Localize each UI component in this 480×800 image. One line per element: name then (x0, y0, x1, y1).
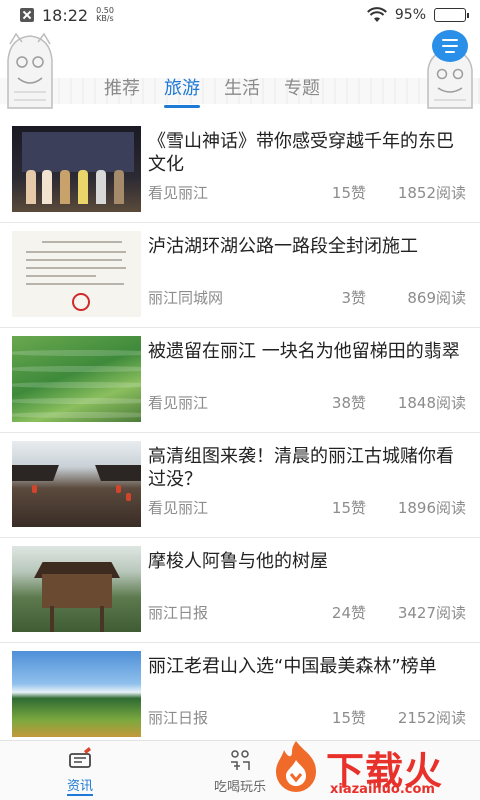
watermark-url: xiazaihuo.com (330, 782, 435, 797)
news-thumbnail (12, 546, 141, 632)
status-left: 18:22 0.50 KB/s (20, 6, 114, 25)
nav-item-news[interactable]: 资讯 (0, 741, 160, 800)
tab-recommend[interactable]: 推荐 (104, 74, 140, 106)
battery-icon (434, 8, 469, 22)
news-title: 被遗留在丽江 一块名为他留梯田的翡翠 (148, 341, 460, 362)
header: 推荐 旅游 生活 专题 (0, 30, 480, 118)
guardian-lion-left-icon (7, 32, 53, 109)
news-thumbnail (12, 441, 141, 527)
news-reads: 869阅读 (407, 289, 466, 307)
news-likes: 15赞 (331, 184, 366, 202)
news-thumbnail (12, 231, 141, 317)
news-item[interactable]: 高清组图来袭！清晨的丽江古城赌你看过没？ 看见丽江 15赞 1896阅读 (0, 433, 480, 538)
notification-icon (20, 8, 34, 22)
news-reads: 3427阅读 (397, 604, 466, 622)
news-likes: 15赞 (331, 499, 366, 517)
news-item[interactable]: 泸沽湖环湖公路一路段全封闭施工 丽江同城网 3赞 869阅读 (0, 223, 480, 328)
news-title: 高清组图来袭！清晨的丽江古城赌你看过没？ (148, 446, 454, 490)
news-reads: 1852阅读 (397, 184, 466, 202)
category-tabs: 推荐 旅游 生活 专题 (104, 74, 320, 108)
tab-life[interactable]: 生活 (224, 74, 260, 106)
news-likes: 38赞 (331, 394, 366, 412)
message-button[interactable] (432, 30, 468, 62)
news-source: 看见丽江 (148, 394, 209, 412)
news-source: 丽江日报 (148, 709, 209, 727)
news-icon (69, 747, 91, 768)
network-speed: 0.50 KB/s (96, 7, 114, 23)
battery-percent: 95% (394, 7, 426, 23)
speed-unit: KB/s (96, 14, 114, 23)
news-item[interactable]: 被遗留在丽江 一块名为他留梯田的翡翠 看见丽江 38赞 1848阅读 (0, 328, 480, 433)
news-title: 丽江老君山入选“中国最美森林”榜单 (148, 656, 437, 677)
news-likes: 15赞 (331, 709, 366, 727)
news-list: 《雪山神话》带你感受穿越千年的东巴文化 看见丽江 15赞 1852阅读 泸沽湖环… (0, 118, 480, 740)
news-source: 看见丽江 (148, 499, 209, 517)
news-source: 看见丽江 (148, 184, 209, 202)
news-thumbnail (12, 126, 141, 212)
news-item[interactable]: 摩梭人阿鲁与他的树屋 丽江日报 24赞 3427阅读 (0, 538, 480, 643)
wifi-icon (366, 7, 387, 22)
flame-logo-icon (276, 741, 316, 792)
food-fun-icon (231, 750, 250, 770)
news-meta: 看见丽江 15赞 1896阅读 (148, 497, 466, 518)
tab-travel[interactable]: 旅游 (164, 74, 200, 108)
news-reads: 2152阅读 (397, 709, 466, 727)
news-thumbnail (12, 651, 141, 737)
watermark: 下载火 xiazaihuo.com (268, 738, 474, 800)
news-title: 泸沽湖环湖公路一路段全封闭施工 (148, 236, 418, 257)
status-time: 18:22 (42, 5, 89, 25)
tab-topics[interactable]: 专题 (284, 74, 320, 106)
news-meta: 看见丽江 38赞 1848阅读 (148, 392, 466, 413)
chat-bubble-icon (442, 37, 458, 55)
news-meta: 丽江日报 15赞 2152阅读 (148, 707, 466, 728)
news-reads: 1848阅读 (397, 394, 466, 412)
news-reads: 1896阅读 (397, 499, 466, 517)
news-title: 《雪山神话》带你感受穿越千年的东巴文化 (148, 131, 454, 175)
news-source: 丽江同城网 (148, 289, 224, 307)
news-likes: 3赞 (341, 289, 366, 307)
news-source: 丽江日报 (148, 604, 209, 622)
nav-label: 吃喝玩乐 (213, 780, 266, 795)
status-right: 95% (366, 7, 469, 23)
news-meta: 丽江同城网 3赞 869阅读 (148, 287, 466, 308)
news-meta: 丽江日报 24赞 3427阅读 (148, 602, 466, 623)
status-bar: 18:22 0.50 KB/s 95% (0, 0, 480, 30)
news-likes: 24赞 (331, 604, 366, 622)
news-item[interactable]: 《雪山神话》带你感受穿越千年的东巴文化 看见丽江 15赞 1852阅读 (0, 118, 480, 223)
news-item[interactable]: 丽江老君山入选“中国最美森林”榜单 丽江日报 15赞 2152阅读 (0, 643, 480, 740)
news-meta: 看见丽江 15赞 1852阅读 (148, 182, 466, 203)
news-title: 摩梭人阿鲁与他的树屋 (148, 551, 328, 572)
nav-label: 资讯 (66, 775, 93, 796)
news-thumbnail (12, 336, 141, 422)
